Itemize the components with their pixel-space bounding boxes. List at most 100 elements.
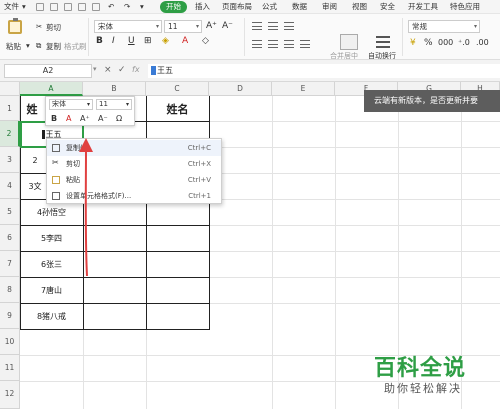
mini-font-size-value: 11	[99, 100, 108, 108]
clear-format-icon[interactable]: ◇	[202, 36, 209, 46]
formula-content: 王五	[157, 66, 173, 75]
align-right-icon[interactable]	[284, 40, 294, 48]
italic-button[interactable]: I	[112, 36, 115, 46]
column-header-b[interactable]: B	[83, 82, 146, 96]
font-grow-icon[interactable]: A⁺	[206, 21, 217, 31]
redo-icon[interactable]: ↷	[124, 1, 130, 13]
tab-data[interactable]: 数据	[292, 1, 307, 13]
mini-symbol-icon[interactable]: Ω	[116, 114, 122, 123]
tab-formulas[interactable]: 公式	[262, 1, 277, 13]
column-header-a[interactable]: A	[20, 82, 83, 96]
name-box[interactable]: A2	[4, 64, 92, 78]
row-header-3[interactable]: 3	[0, 147, 20, 173]
decrease-decimal-icon[interactable]: .00	[476, 38, 489, 47]
export-icon[interactable]	[92, 3, 100, 11]
paste-icon[interactable]	[8, 18, 22, 34]
row-header-6[interactable]: 6	[0, 225, 20, 251]
cell-c1[interactable]: 姓名	[146, 96, 209, 121]
font-color-icon[interactable]: A	[182, 36, 188, 46]
table-border	[20, 329, 210, 330]
mini-font-grow-icon[interactable]: A⁺	[80, 114, 90, 123]
column-header-d[interactable]: D	[209, 82, 272, 96]
underline-button[interactable]: U	[128, 36, 135, 46]
row-header-10[interactable]: 10	[0, 329, 20, 355]
ribbon: 粘贴 ▾ ✂ 剪切 ⧉ 复制 格式刷 宋体 ▾ 11 ▾ A⁺ A⁻ B I U…	[0, 14, 500, 60]
preview-icon[interactable]	[78, 3, 86, 11]
number-format-value: 常规	[412, 22, 427, 31]
more-icon[interactable]: ▾	[140, 1, 144, 13]
align-left-icon[interactable]	[252, 40, 262, 48]
print-icon[interactable]	[64, 3, 72, 11]
chevron-down-icon: ▾	[86, 101, 90, 108]
cell-a9[interactable]: 8猪八戒	[20, 303, 83, 329]
row-header-4[interactable]: 4	[0, 173, 20, 199]
align-top-icon[interactable]	[252, 22, 262, 30]
watermark-title: 百科全说	[374, 356, 467, 381]
mini-font-color-icon[interactable]: A	[66, 114, 71, 123]
copy-icon[interactable]: ⧉	[36, 41, 41, 51]
font-shrink-icon[interactable]: A⁻	[222, 21, 233, 31]
bold-button[interactable]: B	[96, 36, 103, 46]
function-icon[interactable]: fx	[132, 65, 140, 74]
cell-a1[interactable]: 姓	[20, 96, 44, 121]
file-menu-caret-icon[interactable]: ▾	[22, 1, 26, 13]
mini-font-name-select[interactable]: 宋体 ▾	[49, 99, 93, 110]
number-format-select[interactable]: 常规 ▾	[408, 20, 480, 33]
gridline	[272, 96, 273, 409]
table-border	[209, 96, 210, 329]
border-icon[interactable]: ⊞	[144, 36, 152, 46]
fill-color-icon[interactable]: ◈	[162, 36, 169, 46]
select-all-corner[interactable]	[0, 82, 20, 96]
tab-view[interactable]: 视图	[352, 1, 367, 13]
merge-center-icon[interactable]	[340, 34, 358, 50]
font-name-select[interactable]: 宋体 ▾	[94, 20, 162, 33]
row-header-5[interactable]: 5	[0, 199, 20, 225]
cell-a8[interactable]: 7唐山	[20, 277, 83, 303]
update-notification[interactable]: 云端有新版本，是否更新并要	[364, 90, 500, 112]
percent-icon[interactable]: %	[424, 38, 433, 48]
mini-font-shrink-icon[interactable]: A⁻	[98, 114, 108, 123]
gridline	[209, 251, 500, 252]
formula-input[interactable]: 王五	[148, 64, 500, 78]
tab-page-layout[interactable]: 页面布局	[222, 1, 252, 13]
align-middle-icon[interactable]	[268, 22, 278, 30]
row-header-8[interactable]: 8	[0, 277, 20, 303]
tab-home[interactable]: 开始	[160, 1, 187, 13]
new-icon[interactable]	[36, 3, 44, 11]
thousands-icon[interactable]: 000	[438, 38, 453, 47]
format-painter-button[interactable]: 格式刷	[64, 41, 87, 52]
row-header-11[interactable]: 11	[0, 355, 20, 381]
paste-caret-icon[interactable]: ▾	[26, 41, 30, 50]
currency-icon[interactable]: ¥	[410, 38, 416, 48]
tab-insert[interactable]: 插入	[195, 1, 210, 13]
row-header-12[interactable]: 12	[0, 381, 20, 409]
row-header-2[interactable]: 2	[0, 121, 20, 147]
cancel-icon[interactable]: ×	[104, 65, 112, 75]
align-center-icon[interactable]	[268, 40, 278, 48]
wrap-text-icon[interactable]	[376, 34, 392, 50]
cut-button[interactable]: 剪切	[46, 22, 61, 33]
row-header-9[interactable]: 9	[0, 303, 20, 329]
cut-icon[interactable]: ✂	[36, 22, 42, 31]
increase-decimal-icon[interactable]: ⁺.0	[458, 38, 470, 47]
save-icon[interactable]	[50, 3, 58, 11]
align-bottom-icon[interactable]	[284, 22, 294, 30]
mini-font-size-select[interactable]: 11 ▾	[96, 99, 132, 110]
row-header-7[interactable]: 7	[0, 251, 20, 277]
tab-special-apps[interactable]: 特色应用	[450, 1, 480, 13]
font-size-select[interactable]: 11 ▾	[164, 20, 202, 33]
column-header-c[interactable]: C	[146, 82, 209, 96]
tab-review[interactable]: 审阅	[322, 1, 337, 13]
file-menu[interactable]: 文件	[4, 1, 19, 13]
copy-button[interactable]: 复制	[46, 41, 61, 52]
mini-bold-button[interactable]: B	[51, 114, 57, 123]
paste-button[interactable]: 粘贴	[6, 41, 21, 52]
tab-security[interactable]: 安全	[380, 1, 395, 13]
column-header-e[interactable]: E	[272, 82, 335, 96]
row-header-1[interactable]: 1	[0, 96, 20, 121]
distribute-icon[interactable]	[300, 40, 310, 48]
tab-developer[interactable]: 开发工具	[408, 1, 438, 13]
chevron-down-icon[interactable]: ▾	[93, 65, 97, 73]
undo-icon[interactable]: ↶	[108, 1, 114, 13]
confirm-icon[interactable]: ✓	[118, 65, 126, 75]
